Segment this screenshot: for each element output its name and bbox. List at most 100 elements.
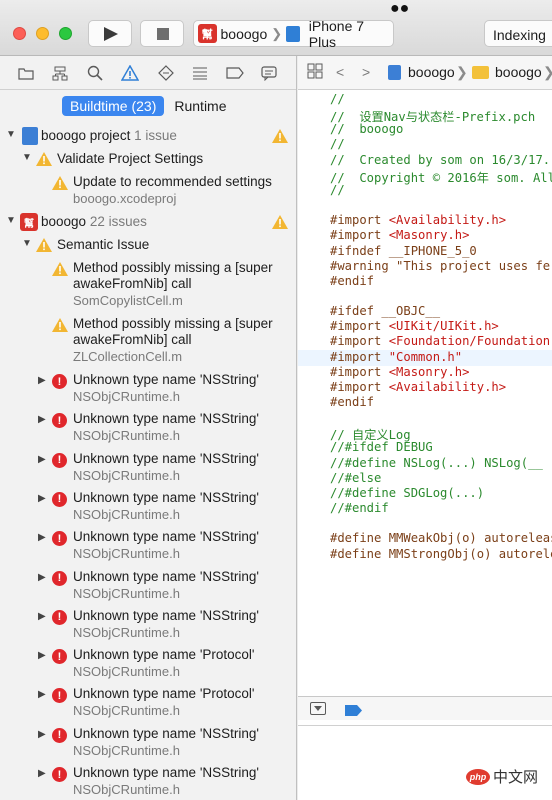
group-row[interactable]: ▼ Semantic Issue xyxy=(0,235,297,257)
code-line: // xyxy=(330,182,345,197)
error-icon: ! xyxy=(52,649,67,665)
issue-row[interactable]: Method possibly missing a [super awakeFr… xyxy=(0,314,297,370)
scheme-name[interactable]: booogo xyxy=(221,26,268,42)
zoom-window-button[interactable] xyxy=(59,27,72,40)
issue-row[interactable]: ▶! Unknown type name 'NSString' NSObjCRunt… xyxy=(0,488,297,527)
disclosure-right-icon[interactable]: ▶ xyxy=(38,414,46,425)
breakpoint-toggle-icon[interactable] xyxy=(345,704,362,719)
code-line: #import <UIKit/UIKit.h> xyxy=(330,319,499,334)
tab-runtime[interactable]: Runtime xyxy=(166,96,234,116)
tab-buildtime[interactable]: Buildtime (23) xyxy=(62,96,165,116)
disclosure-right-icon[interactable]: ▶ xyxy=(38,650,46,661)
report-icon[interactable] xyxy=(259,63,279,83)
disclosure-right-icon[interactable]: ▶ xyxy=(38,768,46,779)
issue-row[interactable]: Method possibly missing a [super awakeFr… xyxy=(0,258,297,314)
folder-icon[interactable] xyxy=(16,63,36,83)
warning-icon xyxy=(272,129,288,143)
code-line: // xyxy=(330,137,345,152)
disclosure-right-icon[interactable]: ▶ xyxy=(38,611,46,622)
issue-title: Unknown type name 'Protocol' xyxy=(73,647,255,663)
code-line: #import "Common.h" xyxy=(330,349,463,364)
disclosure-right-icon[interactable]: ▶ xyxy=(38,572,46,583)
issue-file: booogo.xcodeproj xyxy=(73,191,177,206)
error-icon: ! xyxy=(52,452,67,468)
warning-icon xyxy=(52,176,68,190)
breadcrumb-folder[interactable]: booogo xyxy=(495,64,542,80)
issue-title: Unknown type name 'NSString' xyxy=(73,450,259,466)
search-icon[interactable] xyxy=(85,63,105,83)
issue-row[interactable]: ▶! Unknown type name 'NSString' NSObjCRunt… xyxy=(0,449,297,488)
breakpoint-icon[interactable] xyxy=(225,63,245,83)
disclosure-right-icon[interactable]: ▶ xyxy=(38,532,46,543)
warning-icon xyxy=(36,152,52,166)
issue-count: 1 issue xyxy=(134,128,177,143)
issue-row[interactable]: ▶! Unknown type name 'Protocol' NSObjCRunt… xyxy=(0,645,297,684)
back-arrow-icon[interactable]: < xyxy=(336,64,344,80)
disclosure-right-icon[interactable]: ▶ xyxy=(38,493,46,504)
group-label: Validate Project Settings xyxy=(57,151,204,166)
error-icon: ! xyxy=(52,531,67,547)
issue-row[interactable]: ▶! Unknown type name 'NSString' NSObjCRunt… xyxy=(0,370,297,409)
overlay-decoration-icon: ●● xyxy=(390,0,410,17)
group-label: Semantic Issue xyxy=(57,237,150,252)
related-items-icon[interactable] xyxy=(307,63,323,82)
debug-icon[interactable] xyxy=(190,63,210,83)
issue-row[interactable]: ▶! Unknown type name 'Protocol' NSObjCRunt… xyxy=(0,684,297,723)
run-button[interactable] xyxy=(88,20,132,47)
code-line: #import <Availability.h> xyxy=(330,213,507,228)
issue-file: NSObjCRuntime.h xyxy=(73,624,180,640)
warning-icon xyxy=(52,262,68,276)
issue-warning-icon[interactable] xyxy=(120,63,140,83)
code-line: // Copyright © 2016年 som. All xyxy=(330,170,552,185)
window-toolbar: ●● 幫 booogo ❯ iPhone 7 Plus Indexing xyxy=(0,0,552,56)
issue-title-line2: awakeFromNib] call xyxy=(73,276,192,291)
issue-file: NSObjCRuntime.h xyxy=(73,467,180,483)
issue-count: 22 issues xyxy=(89,214,147,229)
disclosure-down-icon[interactable]: ▼ xyxy=(22,238,32,249)
issue-file: NSObjCRuntime.h xyxy=(73,703,180,719)
issue-row[interactable]: ▶! Unknown type name 'NSString' NSObjCRunt… xyxy=(0,567,297,606)
disclosure-down-icon[interactable]: ▼ xyxy=(22,152,32,163)
disclosure-right-icon[interactable]: ▶ xyxy=(38,689,46,700)
warning-icon xyxy=(52,318,68,332)
issue-file: ZLCollectionCell.m xyxy=(73,349,183,364)
code-area[interactable]: //// 设置Nav与状态栏-Prefix.pch// booogo//// C… xyxy=(298,90,552,696)
issue-file: SomCopylistCell.m xyxy=(73,293,183,308)
project-row[interactable]: ▼ 幫 booogo 22 issues xyxy=(0,212,297,234)
issue-title: Unknown type name 'NSString' xyxy=(73,568,259,584)
issue-row[interactable]: ▶! Unknown type name 'NSString' NSObjCRunt… xyxy=(0,606,297,645)
test-diamond-icon[interactable] xyxy=(156,63,176,83)
disclosure-right-icon[interactable]: ▶ xyxy=(38,729,46,740)
device-name[interactable]: iPhone 7 Plus xyxy=(309,18,393,50)
hide-debug-area-icon[interactable] xyxy=(310,702,326,715)
disclosure-right-icon[interactable]: ▶ xyxy=(38,375,46,386)
issue-title: Unknown type name 'NSString' xyxy=(73,411,259,427)
minimize-window-button[interactable] xyxy=(36,27,49,40)
project-row[interactable]: ▼ booogo project 1 issue xyxy=(0,126,297,148)
stop-button[interactable] xyxy=(140,20,184,47)
code-line: #import <Masonry.h> xyxy=(330,228,470,243)
scheme-selector[interactable]: 幫 booogo ❯ iPhone 7 Plus xyxy=(193,18,394,50)
issue-row[interactable]: ▶! Unknown type name 'NSString' NSObjCRunt… xyxy=(0,527,297,566)
chevron-right-icon: ❯ xyxy=(543,64,552,81)
issue-row[interactable]: Update to recommended settings booogo.xc… xyxy=(0,172,297,212)
disclosure-down-icon[interactable]: ▼ xyxy=(6,215,16,226)
issue-title: Unknown type name 'NSString' xyxy=(73,607,259,623)
code-line: #import <Availability.h> xyxy=(330,379,507,394)
issue-row[interactable]: ▶! Unknown type name 'NSString' NSObjCRunt… xyxy=(0,763,297,800)
error-icon: ! xyxy=(52,374,67,389)
group-row[interactable]: ▼ Validate Project Settings xyxy=(0,149,297,171)
forward-arrow-icon[interactable]: > xyxy=(362,64,370,80)
issue-title: Unknown type name 'Protocol' xyxy=(73,686,255,702)
project-name: booogo xyxy=(41,214,87,229)
issue-row[interactable]: ▶! Unknown type name 'NSString' NSObjCRunt… xyxy=(0,724,297,763)
error-icon: ! xyxy=(52,609,67,625)
hierarchy-icon[interactable] xyxy=(50,63,70,83)
disclosure-down-icon[interactable]: ▼ xyxy=(6,129,16,140)
close-window-button[interactable] xyxy=(13,27,26,40)
breadcrumb-project[interactable]: booogo xyxy=(408,64,455,80)
disclosure-right-icon[interactable]: ▶ xyxy=(38,454,46,465)
issue-file: NSObjCRuntime.h xyxy=(73,428,180,444)
console-area[interactable] xyxy=(298,725,552,800)
issue-row[interactable]: ▶! Unknown type name 'NSString' NSObjCRunt… xyxy=(0,409,297,448)
